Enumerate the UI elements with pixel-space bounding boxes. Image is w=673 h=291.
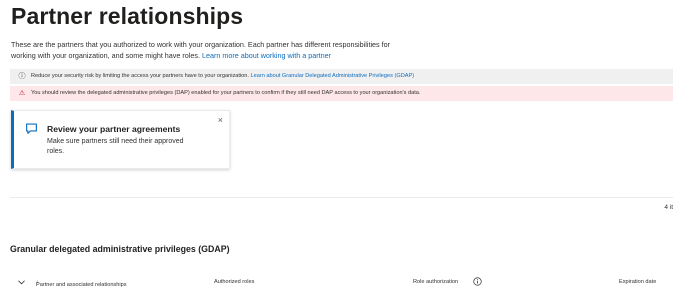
column-header-expiration[interactable]: Expiration date [619, 279, 656, 285]
warning-message-bar: ⚠ You should review the delegated admini… [10, 86, 673, 101]
column-header-authorization[interactable]: Role authorization [413, 279, 458, 285]
warning-message-text: You should review the delegated administ… [31, 90, 421, 96]
card-body-line-2: roles. [47, 147, 65, 155]
page-title: Partner relationships [11, 3, 244, 29]
info-message-text: Reduce your security risk by limiting th… [31, 73, 249, 79]
card-title: Review your partner agreements [47, 124, 181, 134]
page-description: These are the partners that you authoriz… [11, 40, 461, 61]
description-line-2: working with your organization, and some… [11, 51, 461, 62]
card-body: Make sure partners still need their appr… [47, 137, 197, 156]
card-body-line-1: Make sure partners still need their appr… [47, 138, 184, 145]
column-header-partner[interactable]: Partner and associated relationships ↓ [36, 279, 127, 288]
chat-icon [26, 123, 37, 134]
learn-more-partner-link[interactable]: Learn more about working with a partner [202, 51, 331, 60]
description-text: working with your organization, and some… [11, 50, 200, 60]
description-line-1: These are the partners that you authoriz… [11, 40, 391, 49]
close-icon[interactable]: × [218, 115, 223, 125]
column-header-partner-label: Partner and associated relationships [36, 282, 127, 288]
info-icon[interactable] [473, 277, 482, 286]
review-agreements-card[interactable]: Review your partner agreements Make sure… [11, 110, 230, 169]
gdap-table-header: Partner and associated relationships ↓ A… [0, 276, 673, 291]
info-message-bar: ⓘ Reduce your security risk by limiting … [10, 69, 673, 84]
info-icon: ⓘ [18, 73, 26, 80]
divider [10, 197, 673, 198]
chevron-down-icon[interactable] [18, 280, 25, 285]
items-count: 4 it [664, 204, 673, 211]
gdap-learn-link[interactable]: Learn about Granular Delegated Administr… [251, 73, 415, 79]
column-header-roles[interactable]: Authorized roles [214, 279, 254, 285]
info-message: Reduce your security risk by limiting th… [31, 69, 414, 84]
warning-icon: ⚠ [18, 90, 26, 97]
gdap-section-title: Granular delegated administrative privil… [10, 244, 230, 254]
